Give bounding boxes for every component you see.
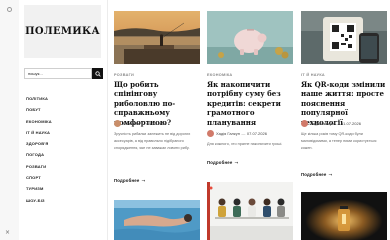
article-excerpt: Ще кілька років тому QR-коди були малові… [301, 132, 377, 150]
article-excerpt: Для кожного, хто прагне накопичити гроші… [207, 142, 283, 146]
article-author[interactable]: Хадія Галкун [310, 121, 334, 126]
article-date: 07.07.2026 [246, 131, 267, 136]
avatar [114, 120, 121, 127]
menu-toggle-icon[interactable] [7, 7, 12, 12]
article-category[interactable]: Економіка [207, 73, 232, 77]
read-more-link[interactable]: Подробнее → [207, 160, 238, 166]
nav-item-sport[interactable]: Спорт [26, 172, 52, 183]
read-more-link[interactable]: Подробнее → [114, 178, 145, 184]
search-input[interactable] [24, 68, 92, 79]
article-category[interactable]: IT й Наука [301, 73, 325, 77]
avatar [207, 130, 214, 137]
side-rail: × [0, 0, 19, 240]
search-icon [94, 70, 101, 77]
nav-item-weather[interactable]: Погода [26, 149, 52, 160]
category-nav: Політика Побут Економіка IT й Наука Здор… [26, 93, 52, 206]
article-image-piggy-bank[interactable] [207, 11, 293, 64]
meta-separator: — [241, 131, 246, 136]
article-image-swimmer[interactable] [114, 200, 200, 240]
article-title[interactable]: Як накопичити потрібну суму без кредитів… [207, 80, 293, 127]
nav-item-household[interactable]: Побут [26, 104, 52, 115]
article-meta: Хадія Галкун — 01.07.2026 [301, 120, 361, 127]
article-category[interactable]: Розваги [114, 73, 134, 77]
left-column: ПОЛЕМИКА Політика Побут Економіка IT й Н… [19, 0, 104, 240]
article-date: 01.07.2026 [340, 121, 361, 126]
article-author[interactable]: Хадія Галкун [216, 131, 240, 136]
article-image-lantern[interactable] [301, 192, 387, 240]
nav-item-entertainment[interactable]: Розваги [26, 161, 52, 172]
read-more-link[interactable]: Подробнее → [301, 172, 332, 178]
nav-item-politics[interactable]: Політика [26, 93, 52, 104]
article-image-meeting[interactable] [207, 182, 293, 240]
arrow-right-icon: → [328, 173, 333, 178]
nav-item-tourism[interactable]: Туризм [26, 183, 52, 194]
meta-separator: — [335, 121, 340, 126]
site-logo[interactable]: ПОЛЕМИКА [24, 5, 101, 58]
article-image-qr-code[interactable] [301, 11, 387, 64]
meta-separator: — [140, 121, 145, 126]
site-logo-text: ПОЛЕМИКА [25, 26, 100, 37]
close-icon[interactable]: × [5, 230, 10, 236]
read-more-label: Подробнее [207, 160, 233, 165]
read-more-label: Подробнее [301, 172, 327, 177]
column-divider [107, 0, 108, 240]
nav-item-it-science[interactable]: IT й Наука [26, 127, 52, 138]
article-meta: Polemika — 05.07.2026 [114, 120, 166, 127]
nav-item-health[interactable]: Здоров'я [26, 138, 52, 149]
search-button[interactable] [92, 68, 103, 79]
avatar [301, 120, 308, 127]
arrow-right-icon: → [141, 179, 146, 184]
article-excerpt: Зручність рибалки залежить не від дороги… [114, 132, 191, 150]
nav-item-showbiz[interactable]: Шоу-біз [26, 195, 52, 206]
read-more-label: Подробнее [114, 178, 140, 183]
arrow-right-icon: → [234, 161, 239, 166]
article-author[interactable]: Polemika [123, 121, 139, 126]
nav-item-economy[interactable]: Економіка [26, 116, 52, 127]
article-meta: Хадія Галкун — 07.07.2026 [207, 130, 267, 137]
article-image-fishing[interactable] [114, 11, 200, 64]
article-date: 05.07.2026 [146, 121, 167, 126]
